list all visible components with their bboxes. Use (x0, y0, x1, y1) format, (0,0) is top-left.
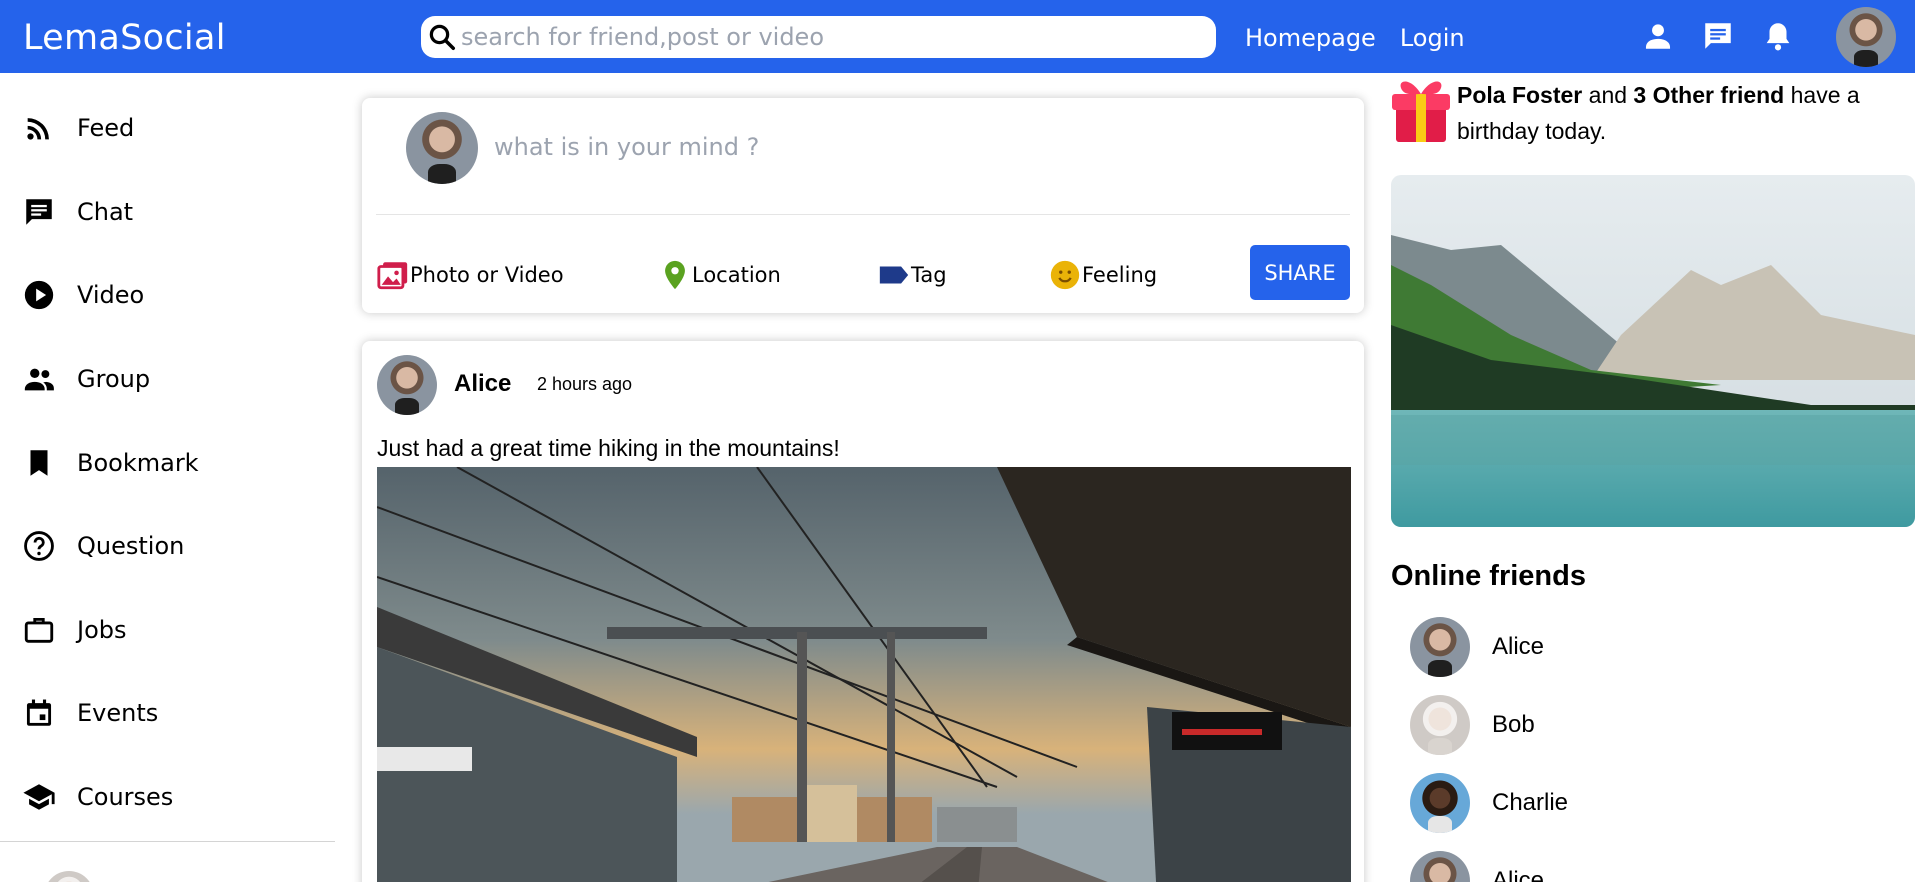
post-card: Alice 2 hours ago Just had a great time … (362, 341, 1364, 882)
online-friend[interactable]: Charlie (1410, 773, 1568, 833)
logo[interactable]: LemaSocial (23, 18, 226, 58)
search-input[interactable] (461, 23, 1201, 51)
sidebar-item-courses[interactable]: Courses (22, 777, 173, 817)
sidebar-item-jobs[interactable]: Jobs (22, 610, 127, 650)
sidebar-item-question[interactable]: Question (22, 526, 184, 566)
sidebar: Feed Chat Video Group Bookmark Question … (0, 73, 335, 882)
play-circle-icon (24, 280, 54, 310)
online-friends-title: Online friends (1391, 560, 1586, 592)
friend-avatar (1410, 695, 1470, 755)
sidebar-item-bookmark[interactable]: Bookmark (22, 443, 199, 483)
nav-login-link[interactable]: Login (1400, 24, 1465, 52)
birthday-others[interactable]: 3 Other friend (1633, 82, 1784, 108)
sidebar-item-label: Group (77, 365, 151, 393)
post-text: Just had a great time hiking in the moun… (377, 435, 840, 461)
post-timestamp: 2 hours ago (537, 374, 633, 394)
sidebar-item-label: Bookmark (77, 449, 199, 477)
friend-name: Alice (1492, 867, 1545, 882)
sidebar-item-feed[interactable]: Feed (22, 108, 134, 148)
chat-icon (26, 199, 52, 225)
sidebar-item-label: Question (77, 532, 185, 560)
school-icon (23, 784, 55, 810)
sidebar-item-label: Events (77, 699, 159, 727)
online-friend[interactable]: Bob (1410, 695, 1535, 755)
post-author-name[interactable]: Alice (454, 370, 511, 398)
location-label: Location (692, 263, 781, 287)
sidebar-item-video[interactable]: Video (22, 275, 144, 315)
friend-avatar (1410, 851, 1470, 882)
help-circle-icon (24, 531, 54, 561)
share-card: Photo or Video Location Tag Feeling SHAR… (362, 98, 1364, 313)
friend-avatar (1410, 773, 1470, 833)
tag-label: Tag (911, 263, 947, 287)
search-bar[interactable] (421, 16, 1216, 58)
group-icon (24, 368, 54, 391)
photo-icon (377, 262, 408, 290)
person-icon[interactable] (1640, 18, 1676, 54)
sidebar-item-events[interactable]: Events (22, 693, 158, 733)
share-button[interactable]: SHARE (1250, 245, 1350, 300)
sidebar-item-label: Chat (77, 198, 134, 226)
online-friend[interactable]: Alice (1410, 851, 1544, 882)
chat-icon[interactable] (1700, 18, 1736, 54)
share-divider (376, 214, 1350, 215)
feeling-option[interactable]: Feeling (1048, 258, 1157, 292)
calendar-icon (26, 699, 52, 726)
location-pin-icon (665, 260, 685, 290)
share-avatar (406, 112, 478, 184)
tag-icon (879, 266, 909, 284)
smiley-icon (1050, 260, 1080, 290)
nav-links: Homepage Login (1245, 24, 1465, 52)
gift-icon (1392, 76, 1452, 142)
post-image[interactable] (377, 467, 1351, 882)
photo-video-label: Photo or Video (410, 263, 564, 287)
friend-name: Alice (1492, 633, 1545, 660)
bookmark-icon (30, 450, 48, 476)
photo-video-option[interactable]: Photo or Video (376, 258, 564, 292)
sidebar-item-label: Courses (77, 783, 174, 811)
sidebar-item-label: Feed (77, 114, 135, 142)
tag-option[interactable]: Tag (877, 258, 947, 292)
top-bar: LemaSocial Homepage Login (0, 0, 1915, 73)
rss-feed-icon (27, 118, 49, 140)
sidebar-friend-avatar[interactable] (44, 871, 94, 882)
birthday-and: and (1582, 82, 1634, 108)
sidebar-divider (0, 841, 335, 842)
nav-homepage-link[interactable]: Homepage (1245, 24, 1376, 52)
friend-avatar (1410, 617, 1470, 677)
top-icons (1640, 18, 1796, 54)
bell-icon[interactable] (1760, 18, 1796, 54)
feeling-label: Feeling (1082, 263, 1158, 287)
friend-name: Charlie (1492, 789, 1569, 816)
birthday-notice: Pola Foster and 3 Other friend have a bi… (1457, 77, 1897, 149)
location-option[interactable]: Location (658, 258, 781, 292)
birthday-name[interactable]: Pola Foster (1457, 82, 1582, 108)
sidebar-item-group[interactable]: Group (22, 359, 150, 399)
sidebar-item-label: Video (77, 281, 145, 309)
sidebar-item-chat[interactable]: Chat (22, 192, 133, 232)
status-input[interactable] (494, 133, 1314, 161)
briefcase-icon (24, 617, 54, 643)
friend-name: Bob (1492, 711, 1535, 738)
sidebar-item-label: Jobs (77, 616, 127, 644)
post-author-avatar[interactable] (377, 355, 437, 415)
ad-image[interactable] (1391, 175, 1915, 527)
online-friend[interactable]: Alice (1410, 617, 1544, 677)
search-icon (429, 24, 455, 50)
profile-avatar[interactable] (1836, 7, 1896, 67)
